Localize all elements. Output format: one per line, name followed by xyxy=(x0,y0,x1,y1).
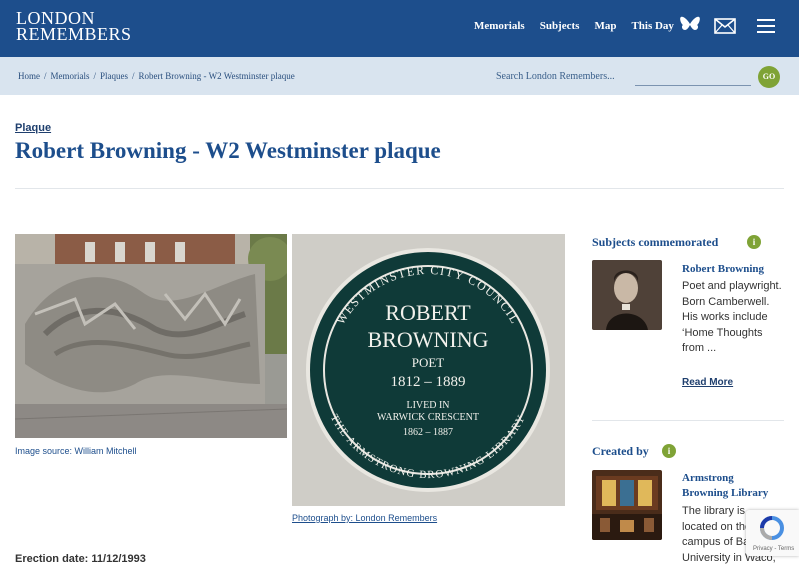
created-by-heading: Created by xyxy=(592,444,649,458)
logo-line2: REMEMBERS xyxy=(16,24,132,44)
search-go-button[interactable]: GO xyxy=(758,66,780,88)
bluesky-butterfly-icon[interactable] xyxy=(680,16,700,39)
site-logo[interactable]: LONDON REMEMBERS xyxy=(16,9,132,44)
plaque-line1: ROBERT xyxy=(385,300,471,325)
recaptcha-icon xyxy=(760,516,784,540)
breadcrumb-memorials[interactable]: Memorials xyxy=(51,71,90,81)
creator-name[interactable]: Armstrong Browning Library xyxy=(682,471,782,501)
plaque-line2: BROWNING xyxy=(368,327,489,352)
created-by-info-icon[interactable]: i xyxy=(662,444,676,458)
nav-subjects[interactable]: Subjects xyxy=(540,20,580,32)
nav-memorials[interactable]: Memorials xyxy=(474,20,525,32)
plaque-line7: 1862 – 1887 xyxy=(403,427,453,438)
nav-this-day[interactable]: This Day xyxy=(631,20,674,32)
image1-caption: Image source: William Mitchell xyxy=(15,446,137,456)
recaptcha-text[interactable]: Privacy - Terms xyxy=(753,546,794,552)
mail-icon[interactable] xyxy=(714,18,736,39)
sidebar-divider xyxy=(592,420,784,421)
subject-portrait[interactable] xyxy=(592,260,662,330)
breadcrumb-bar: Home / Memorials / Plaques / Robert Browning -… xyxy=(0,57,799,95)
breadcrumb-plaques[interactable]: Plaques xyxy=(100,71,128,81)
main-nav: Memorials Subjects Map This Day xyxy=(474,20,689,32)
title-divider xyxy=(15,188,784,189)
subjects-info-icon[interactable]: i xyxy=(747,235,761,249)
read-more-link[interactable]: Read More xyxy=(682,377,733,388)
plaque-line4: 1812 – 1889 xyxy=(391,374,466,390)
plaque-line3: POET xyxy=(412,355,445,370)
search-underline xyxy=(635,85,751,86)
breadcrumb-home[interactable]: Home xyxy=(18,71,40,81)
hamburger-menu-icon[interactable] xyxy=(757,19,775,38)
page-title: Robert Browning - W2 Westminster plaque xyxy=(15,138,441,163)
creator-photo[interactable] xyxy=(592,470,662,540)
memorial-photo-sculpture[interactable] xyxy=(15,234,287,438)
site-header: LONDON REMEMBERS Memorials Subjects Map … xyxy=(0,0,799,57)
breadcrumb: Home / Memorials / Plaques / Robert Browning -… xyxy=(18,71,295,81)
type-link[interactable]: Plaque xyxy=(15,122,51,134)
plaque-line6: WARWICK CRESCENT xyxy=(377,412,479,423)
erection-date: Erection date: 11/12/1993 xyxy=(15,553,146,565)
nav-map[interactable]: Map xyxy=(594,20,616,32)
subjects-heading: Subjects commemorated xyxy=(592,235,719,249)
recaptcha-badge[interactable]: Privacy - Terms xyxy=(746,510,799,556)
memorial-photo-plaque[interactable]: WESTMINSTER CITY COUNCIL THE ARMSTRONG B… xyxy=(292,234,565,506)
breadcrumb-current: Robert Browning - W2 Westminster plaque xyxy=(138,71,295,81)
subject-name[interactable]: Robert Browning xyxy=(682,262,782,277)
search-input[interactable]: Search London Remembers... xyxy=(496,71,615,82)
plaque-line5: LIVED IN xyxy=(406,400,449,411)
image2-caption[interactable]: Photograph by: London Remembers xyxy=(292,513,437,523)
subject-description: Poet and playwright. Born Camberwell. Hi… xyxy=(682,280,782,354)
